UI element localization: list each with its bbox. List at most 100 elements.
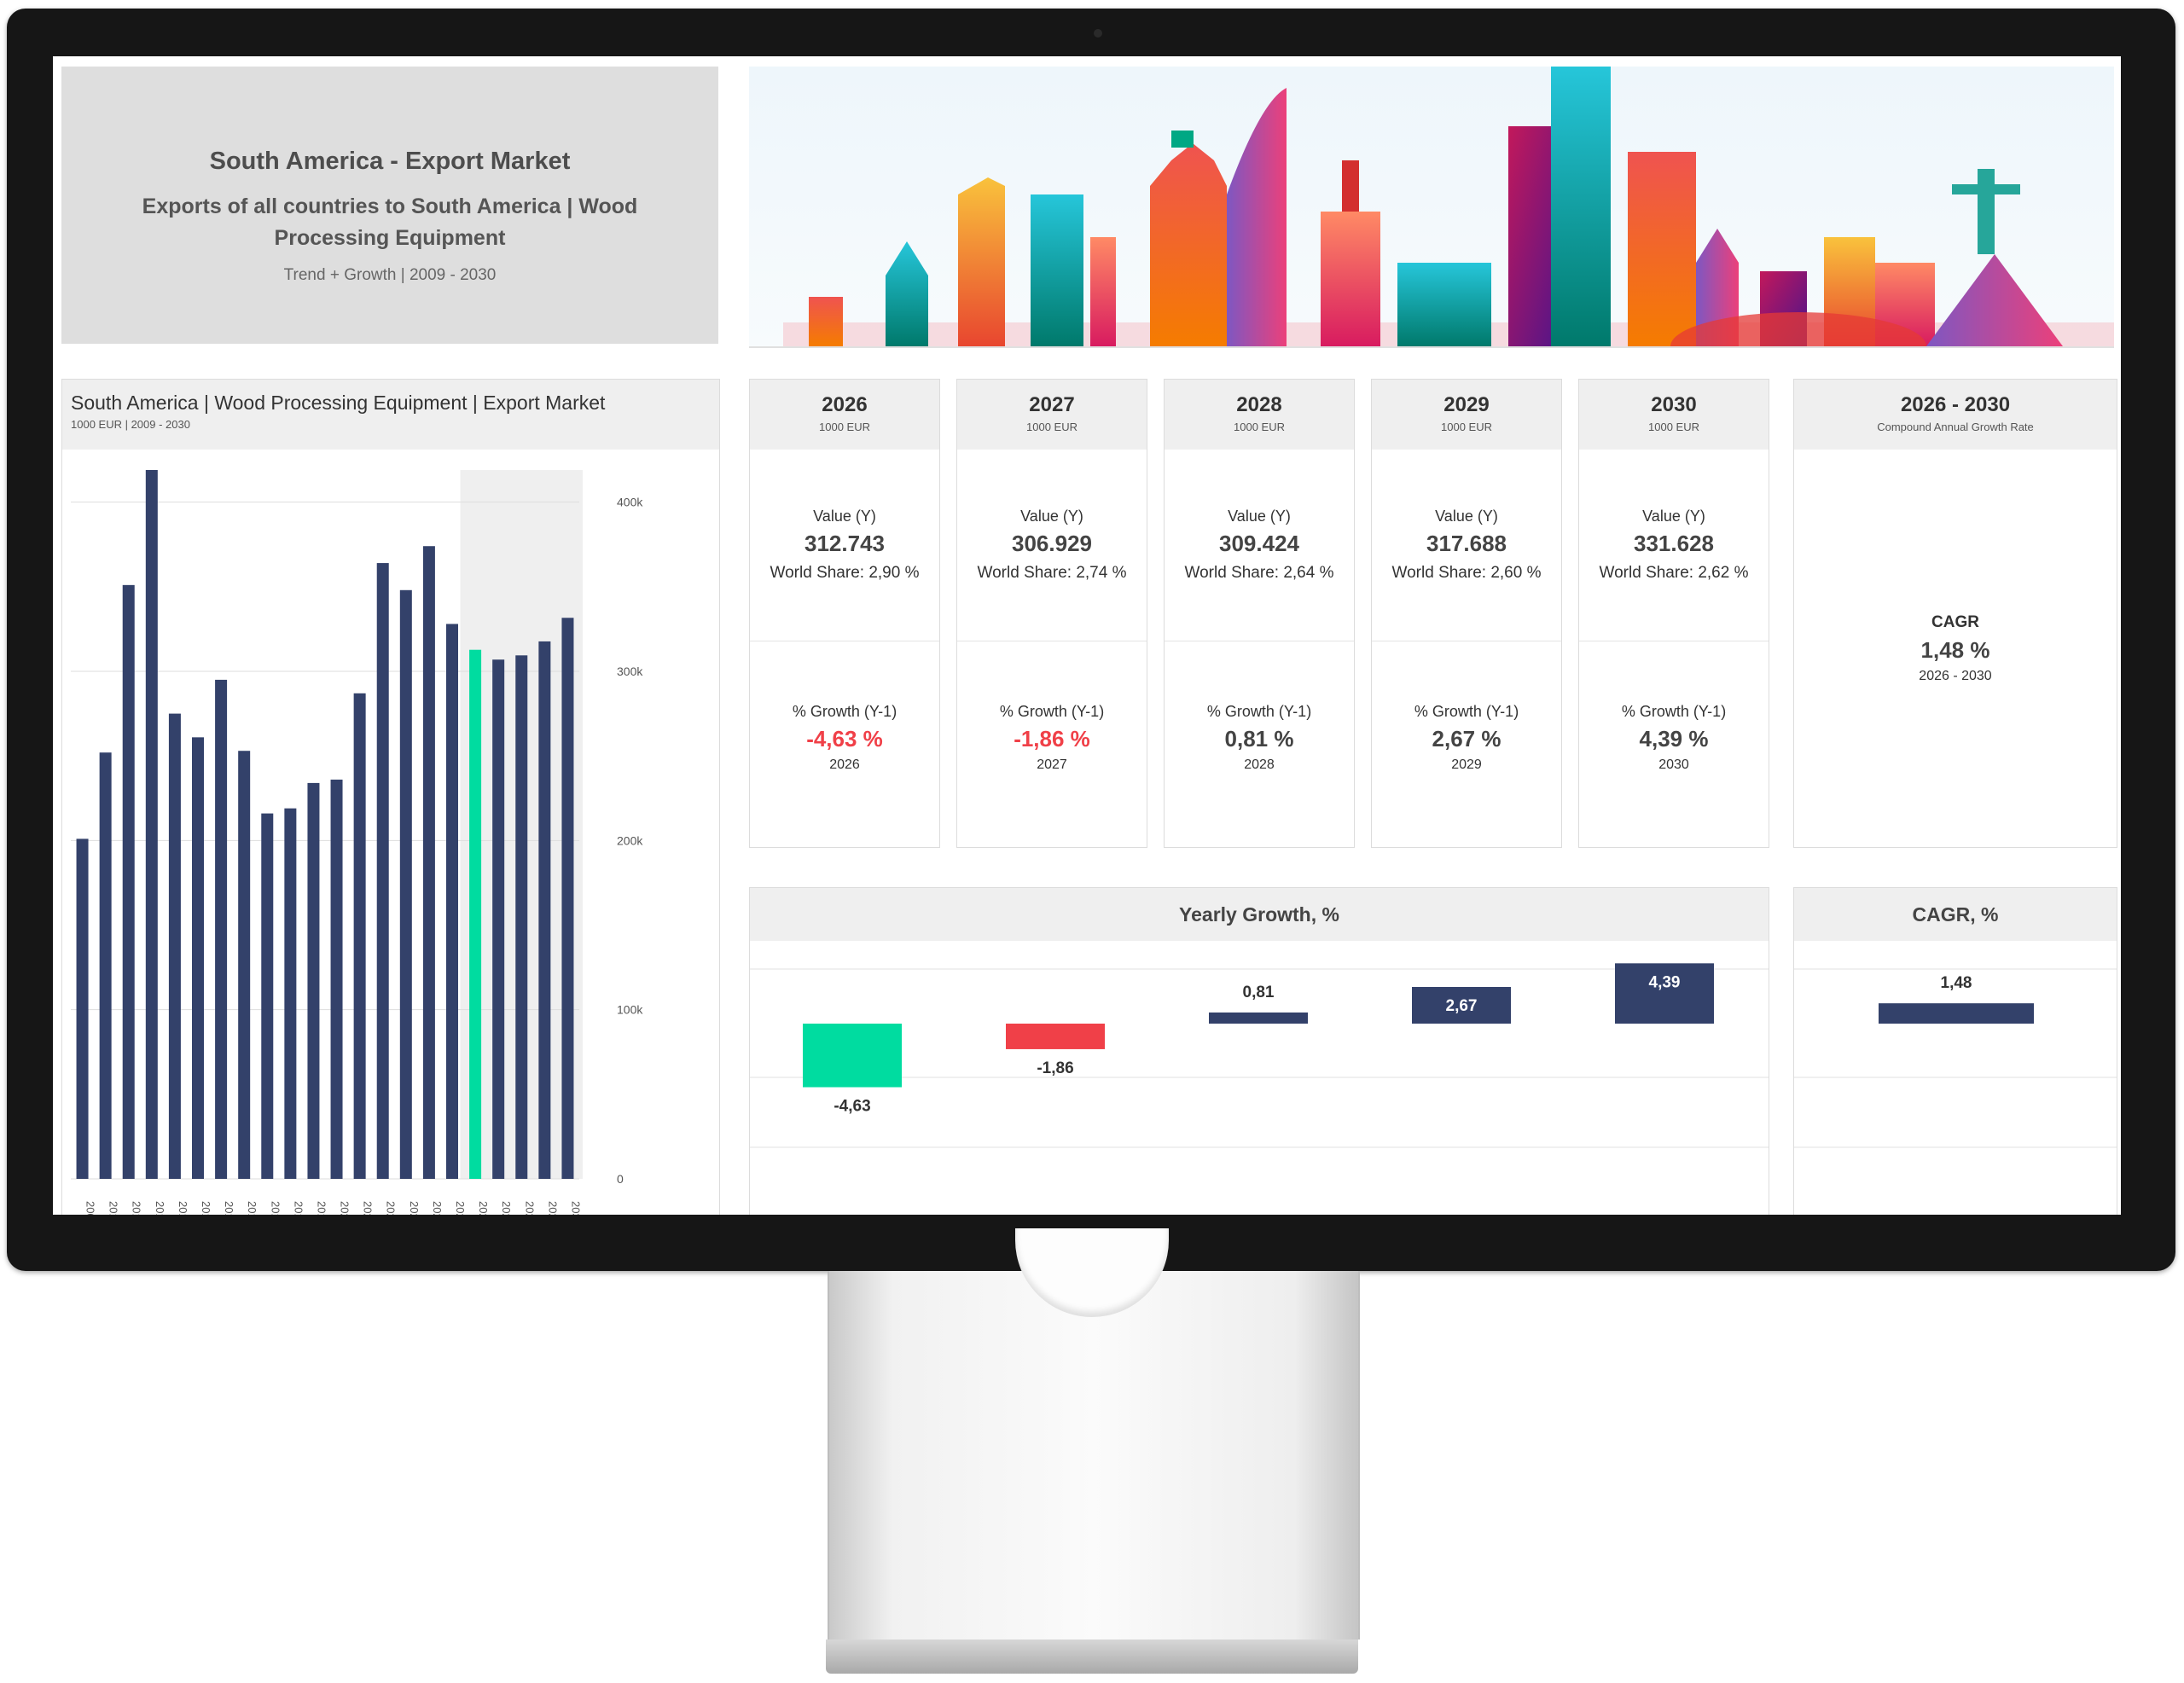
growth-bar-2030 [1615, 963, 1714, 1024]
card-header: 2027 1000 EUR [957, 380, 1147, 450]
x-tick-label: 2029 [546, 1201, 559, 1215]
growth-value-label: 0,81 [1243, 984, 1275, 1001]
growth-year: 2029 [1451, 757, 1482, 772]
page-period: Trend + Growth | 2009 - 2030 [283, 266, 497, 284]
value-label: Value (Y) [1642, 508, 1705, 525]
x-tick-label: 2012 [154, 1201, 166, 1215]
bar-2028 [515, 655, 528, 1179]
card-year: 2030 [1651, 393, 1697, 416]
stat-card-2028: 2028 1000 EUR Value (Y) 309.424 World Sh… [1164, 379, 1355, 848]
growth-value: -4,63 % [806, 726, 883, 752]
page-title: South America - Export Market [209, 148, 571, 175]
world-share: World Share: 2,74 % [977, 564, 1127, 582]
growth-year: 2030 [1658, 757, 1689, 772]
card-unit: 1000 EUR [1441, 421, 1492, 433]
cagr-chart: 1,48 [1794, 968, 2117, 1148]
card-unit: 1000 EUR [1648, 421, 1699, 433]
growth-value: 4,39 % [1639, 726, 1709, 752]
cagr-value: 1,48 % [1920, 637, 1990, 663]
growth-year: 2028 [1244, 757, 1275, 772]
value-number: 312.743 [804, 531, 885, 556]
stat-card-2027: 2027 1000 EUR Value (Y) 306.929 World Sh… [956, 379, 1147, 848]
card-value-section: Value (Y) 317.688 World Share: 2,60 % [1372, 450, 1561, 641]
world-share: World Share: 2,64 % [1184, 564, 1334, 582]
growth-label: % Growth (Y-1) [1206, 703, 1312, 720]
bar-2013 [168, 713, 181, 1179]
skyline-graphic [783, 67, 2114, 346]
bar-2018 [284, 808, 297, 1179]
x-tick-label: 2025 [454, 1201, 467, 1215]
growth-value-label: 2,67 [1446, 997, 1478, 1015]
x-tick-label: 2026 [477, 1201, 490, 1215]
bar-chart-title: South America | Wood Processing Equipmen… [71, 392, 606, 414]
camera-dot [1094, 29, 1102, 38]
x-tick-label: 2028 [523, 1201, 536, 1215]
bar-2011 [122, 584, 135, 1179]
x-tick-label: 2019 [315, 1201, 328, 1215]
value-number: 309.424 [1219, 531, 1299, 556]
value-number: 306.929 [1012, 531, 1092, 556]
growth-value: 2,67 % [1432, 726, 1502, 752]
growth-value-label: 4,39 [1649, 973, 1681, 991]
x-tick-label: 2011 [131, 1201, 143, 1215]
growth-year: 2026 [829, 757, 860, 772]
growth-value-label: 1,48 [1941, 974, 1972, 992]
export-bar-chart-panel: South America | Wood Processing Equipmen… [61, 379, 720, 1215]
world-share: World Share: 2,62 % [1599, 564, 1749, 582]
growth-bar-2027 [1006, 1024, 1105, 1049]
bar-2014 [192, 737, 204, 1179]
bar-2020 [330, 779, 343, 1179]
x-tick-label: 2023 [408, 1201, 421, 1215]
cagr-period: 2026 - 2030 [1919, 669, 1992, 683]
card-value-section: Value (Y) 331.628 World Share: 2,62 % [1579, 450, 1769, 641]
bar-2026 [469, 649, 482, 1179]
value-label: Value (Y) [1228, 508, 1291, 525]
cagr-chart-title: CAGR, % [1794, 888, 2117, 941]
cagr-chart-panel: CAGR, % 1,48 [1793, 887, 2117, 1215]
x-tick-label: 2010 [107, 1201, 120, 1215]
card-unit: 1000 EUR [1026, 421, 1077, 433]
x-tick-label: 2014 [200, 1201, 212, 1215]
cagr-card: 2026 - 2030 Compound Annual Growth Rate … [1793, 379, 2117, 848]
card-value-section: Value (Y) 306.929 World Share: 2,74 % [957, 450, 1147, 641]
x-tick-label: 2017 [269, 1201, 282, 1215]
x-tick-label: 2015 [223, 1201, 235, 1215]
skyline-illustration [749, 67, 2114, 348]
bar-chart-subtitle: 1000 EUR | 2009 - 2030 [71, 418, 190, 431]
cagr-card-header: 2026 - 2030 Compound Annual Growth Rate [1794, 380, 2117, 450]
stat-card-2030: 2030 1000 EUR Value (Y) 331.628 World Sh… [1578, 379, 1769, 848]
growth-value: -1,86 % [1014, 726, 1090, 752]
card-header: 2026 1000 EUR [750, 380, 939, 450]
card-year: 2029 [1443, 393, 1490, 416]
y-tick-label: 0 [617, 1172, 624, 1186]
card-unit: 1000 EUR [819, 421, 870, 433]
bar-2029 [538, 641, 551, 1179]
yearly-growth-title: Yearly Growth, % [750, 888, 1769, 941]
bar-2009 [76, 839, 89, 1179]
bar-2019 [307, 782, 320, 1179]
growth-value: 0,81 % [1224, 726, 1294, 752]
bar-2012 [145, 469, 158, 1179]
stat-card-2026: 2026 1000 EUR Value (Y) 312.743 World Sh… [749, 379, 940, 848]
yearly-growth-chart: -4,63 -1,86 0,81 2,67 4,39 [750, 963, 1769, 1148]
x-tick-label: 2013 [177, 1201, 189, 1215]
bar-2024 [422, 546, 435, 1179]
stand-foot [826, 1639, 1358, 1674]
x-tick-label: 2027 [500, 1201, 513, 1215]
growth-label: % Growth (Y-1) [792, 703, 897, 720]
bar-2021 [353, 693, 366, 1179]
growth-label: % Growth (Y-1) [1621, 703, 1727, 720]
y-tick-label: 300k [617, 664, 643, 678]
bar-2030 [561, 618, 574, 1179]
card-year: 2026 [822, 393, 868, 416]
cagr-card-subtitle: Compound Annual Growth Rate [1877, 421, 2034, 433]
x-tick-label: 2009 [84, 1201, 97, 1215]
x-tick-label: 2016 [246, 1201, 258, 1215]
card-year: 2028 [1236, 393, 1282, 416]
bar-2010 [99, 752, 112, 1179]
x-tick-label: 2024 [431, 1201, 444, 1215]
x-tick-label: 2020 [339, 1201, 351, 1215]
value-label: Value (Y) [813, 508, 876, 525]
cagr-card-title: 2026 - 2030 [1900, 393, 2011, 416]
bar-2016 [238, 751, 251, 1179]
